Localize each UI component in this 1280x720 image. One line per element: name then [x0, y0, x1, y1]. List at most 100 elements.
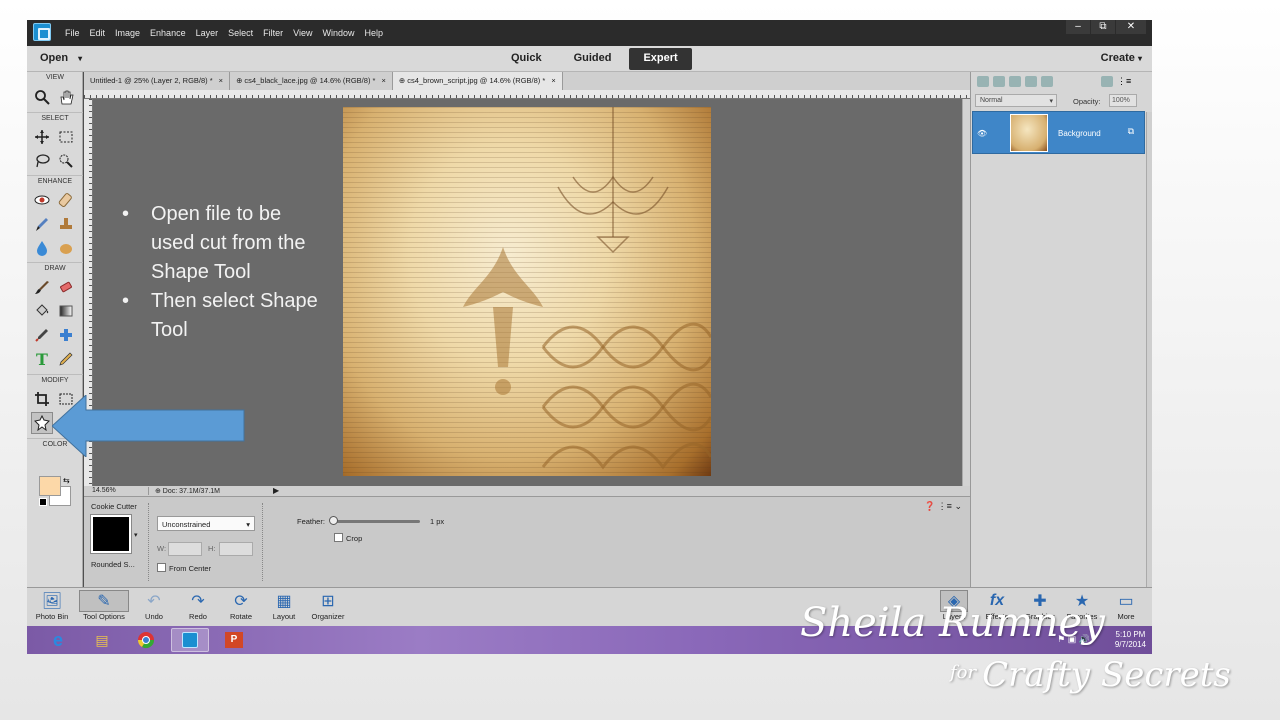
- menu-filter[interactable]: Filter: [263, 28, 283, 38]
- pencil-tool-icon[interactable]: [55, 348, 77, 370]
- lock-icon[interactable]: [1025, 76, 1037, 87]
- instruction-bullet: Open file to be used cut from the Shape …: [122, 200, 322, 287]
- trash-icon[interactable]: [1101, 76, 1113, 87]
- photoshop-elements-taskbar-icon[interactable]: [171, 628, 209, 652]
- taskbar-clock[interactable]: 5:10 PM 9/7/2014: [1115, 630, 1146, 650]
- crop-checkbox[interactable]: [334, 533, 343, 542]
- redo-button[interactable]: ↷ Redo: [183, 590, 213, 621]
- restore-button[interactable]: ⧉: [1091, 20, 1115, 34]
- panel-menu-icon[interactable]: ⋮≡: [938, 501, 952, 511]
- create-button[interactable]: Create ▾: [1101, 52, 1142, 64]
- move-tool-icon[interactable]: [31, 126, 53, 148]
- swap-colors-icon[interactable]: ⇆: [63, 476, 70, 485]
- layer-mask-icon[interactable]: [1009, 76, 1021, 87]
- marquee-tool-icon[interactable]: [55, 126, 77, 148]
- crop-label: Crop: [346, 534, 363, 543]
- sponge-tool-icon[interactable]: [55, 237, 77, 259]
- section-view-label: VIEW: [46, 74, 64, 81]
- open-button[interactable]: Open ▾: [40, 52, 82, 64]
- zoom-level[interactable]: 14.56%: [92, 487, 116, 494]
- document-tab[interactable]: ⊕ cs4_black_lace.jpg @ 14.6% (RGB/8) * ×: [230, 72, 393, 90]
- height-input[interactable]: [219, 542, 253, 556]
- internet-explorer-icon[interactable]: e: [39, 628, 77, 652]
- tool-options-button[interactable]: ✎ Tool Options: [79, 590, 129, 621]
- spot-healing-tool-icon[interactable]: [55, 189, 77, 211]
- mode-guided-tab[interactable]: Guided: [560, 48, 626, 70]
- width-input[interactable]: [168, 542, 202, 556]
- new-layer-icon[interactable]: [977, 76, 989, 87]
- constraint-select[interactable]: Unconstrained ▾: [157, 516, 255, 531]
- cookie-cutter-tool-icon[interactable]: [31, 412, 53, 434]
- menu-help[interactable]: Help: [364, 28, 383, 38]
- close-tab-icon[interactable]: ×: [551, 76, 555, 85]
- brush-tool-icon[interactable]: [31, 276, 53, 298]
- lasso-tool-icon[interactable]: [31, 150, 53, 172]
- photo-bin-button[interactable]: 🖼 Photo Bin: [33, 590, 71, 621]
- file-explorer-icon[interactable]: ▤: [83, 628, 121, 652]
- from-center-checkbox[interactable]: [157, 563, 166, 572]
- clone-stamp-tool-icon[interactable]: [55, 213, 77, 235]
- crop-tool-icon[interactable]: [31, 388, 53, 410]
- window-controls: – ⧉ ✕: [1065, 20, 1146, 34]
- gradient-tool-icon[interactable]: [55, 300, 77, 322]
- eraser-tool-icon[interactable]: [55, 276, 77, 298]
- menu-select[interactable]: Select: [228, 28, 253, 38]
- paint-bucket-tool-icon[interactable]: [31, 300, 53, 322]
- chevron-down-icon: ▾: [1137, 54, 1142, 63]
- more-button[interactable]: ▭ More: [1111, 590, 1141, 621]
- menu-enhance[interactable]: Enhance: [150, 28, 186, 38]
- rotate-label: Rotate: [229, 612, 253, 621]
- menu-view[interactable]: View: [293, 28, 312, 38]
- document-tab-active[interactable]: ⊕ cs4_brown_script.jpg @ 14.6% (RGB/8) *…: [392, 72, 563, 90]
- blend-mode-select[interactable]: Normal ▾: [975, 94, 1057, 107]
- custom-shape-tool-icon[interactable]: [55, 324, 77, 346]
- lock-all-icon[interactable]: [1041, 76, 1053, 87]
- quick-selection-tool-icon[interactable]: [55, 150, 77, 172]
- eyedropper-tool-icon[interactable]: [31, 324, 53, 346]
- chrome-icon[interactable]: [127, 628, 165, 652]
- photoshop-elements-app-icon[interactable]: [33, 23, 51, 41]
- feather-slider-track[interactable]: [332, 520, 420, 523]
- menu-layer[interactable]: Layer: [196, 28, 219, 38]
- feather-slider-knob[interactable]: [329, 516, 338, 525]
- foreground-color-swatch[interactable]: [39, 476, 61, 496]
- menu-window[interactable]: Window: [322, 28, 354, 38]
- rotate-button[interactable]: ⟳ Rotate: [225, 590, 257, 621]
- canvas-vertical-scrollbar[interactable]: [962, 99, 970, 486]
- document-tab[interactable]: Untitled-1 @ 25% (Layer 2, RGB/8) * ×: [84, 72, 231, 90]
- adjustment-layer-icon[interactable]: [993, 76, 1005, 87]
- close-tab-icon[interactable]: ×: [219, 76, 223, 85]
- menu-image[interactable]: Image: [115, 28, 140, 38]
- play-arrow-icon[interactable]: ▶: [273, 486, 279, 495]
- close-button[interactable]: ✕: [1116, 20, 1146, 34]
- shape-picker-preview[interactable]: [91, 515, 131, 553]
- layer-row-background[interactable]: 👁 Background ⧉: [972, 111, 1145, 154]
- hand-tool-icon[interactable]: [55, 86, 77, 108]
- menu-edit[interactable]: Edit: [90, 28, 106, 38]
- minimize-button[interactable]: –: [1066, 20, 1090, 34]
- visibility-eye-icon[interactable]: 👁: [977, 129, 987, 138]
- chevron-down-icon[interactable]: ▾: [134, 531, 138, 539]
- layers-scrollbar[interactable]: [1146, 112, 1152, 587]
- default-colors-icon[interactable]: [39, 498, 47, 506]
- menu-file[interactable]: File: [65, 28, 80, 38]
- mode-tabs: Quick Guided Expert: [497, 48, 696, 70]
- opacity-input[interactable]: 100%: [1109, 94, 1137, 107]
- panel-menu-icon[interactable]: ⋮≡: [1117, 76, 1131, 87]
- mode-expert-tab[interactable]: Expert: [629, 48, 692, 70]
- undo-button[interactable]: ↶ Undo: [139, 590, 169, 621]
- type-tool-icon[interactable]: T: [31, 348, 53, 370]
- chevron-down-icon[interactable]: ⌄: [954, 501, 962, 511]
- close-tab-icon[interactable]: ×: [381, 76, 385, 85]
- document-image[interactable]: [343, 107, 711, 476]
- organizer-button[interactable]: ⊞ Organizer: [308, 590, 348, 621]
- powerpoint-icon[interactable]: P: [215, 628, 253, 652]
- help-icon[interactable]: ❓: [924, 501, 935, 511]
- layout-button[interactable]: ▦ Layout: [268, 590, 300, 621]
- smart-brush-tool-icon[interactable]: [31, 213, 53, 235]
- mode-quick-tab[interactable]: Quick: [497, 48, 556, 70]
- layer-name: Background: [1058, 129, 1101, 138]
- blur-tool-icon[interactable]: [31, 237, 53, 259]
- red-eye-tool-icon[interactable]: [31, 189, 53, 211]
- zoom-tool-icon[interactable]: [31, 86, 53, 108]
